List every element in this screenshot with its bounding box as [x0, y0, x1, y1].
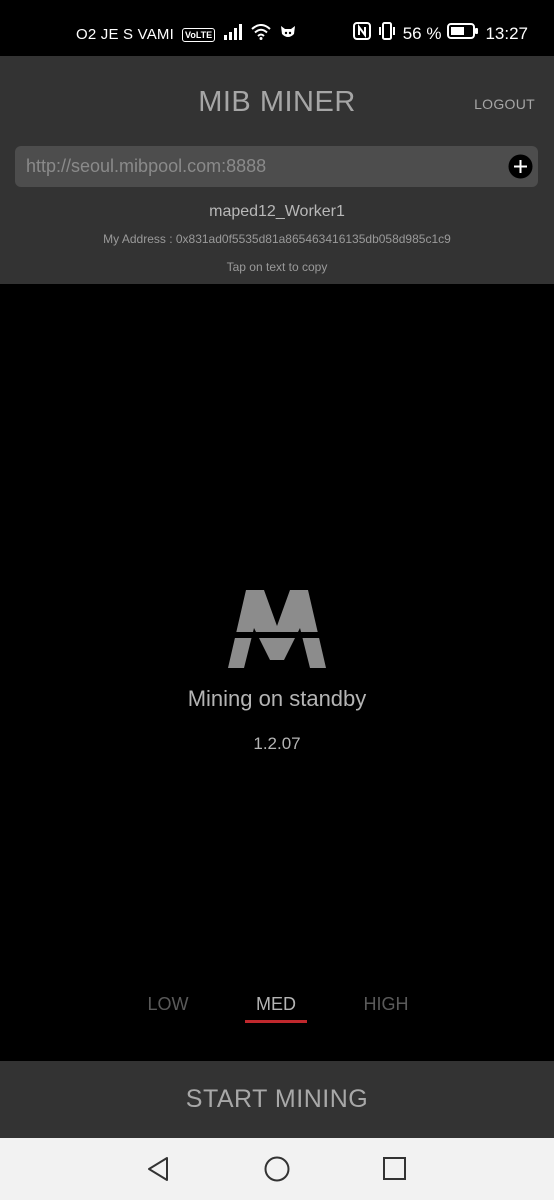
back-icon[interactable] [143, 1154, 173, 1184]
worker-name[interactable]: maped12_Worker1 [0, 203, 554, 221]
signal-icon [223, 24, 243, 45]
intensity-selector: LOW MED HIGH [0, 990, 554, 1030]
mining-status: Mining on standby [187, 686, 367, 711]
status-bar-left: O2 JE S VAMI VoLTE [76, 24, 297, 45]
app-version: 1.2.07 [253, 734, 301, 753]
clock: 13:27 [485, 23, 528, 43]
mib-logo-icon [220, 588, 334, 668]
cat-icon [279, 24, 297, 45]
header-panel: MIB MINER LOGOUT maped12_Worker1 My Addr… [0, 56, 554, 284]
battery-percent: 56 % [402, 23, 442, 43]
intensity-high[interactable]: HIGH [346, 994, 426, 1015]
battery-icon [447, 23, 479, 44]
logout-button[interactable]: LOGOUT [474, 96, 535, 112]
add-icon[interactable] [508, 154, 533, 179]
intensity-med[interactable]: MED [236, 994, 316, 1015]
status-bar-right: 56 % 13:27 [352, 22, 528, 45]
start-mining-button[interactable]: START MINING [0, 1061, 554, 1138]
home-icon[interactable] [262, 1154, 292, 1184]
vibrate-icon [377, 22, 397, 45]
carrier-name: O2 JE S VAMI [76, 26, 174, 43]
status-bar: O2 JE S VAMI VoLTE 56 % 13:27 [0, 0, 554, 56]
pool-url-input[interactable] [26, 146, 496, 187]
selected-indicator [245, 1020, 307, 1023]
wifi-icon [251, 24, 271, 45]
app-title: MIB MINER [198, 86, 356, 118]
nfc-icon [352, 22, 371, 45]
recents-icon[interactable] [380, 1154, 410, 1184]
system-nav-bar [0, 1138, 554, 1200]
pool-url-bar [15, 146, 538, 187]
copy-hint: Tap on text to copy [226, 260, 328, 274]
intensity-low[interactable]: LOW [128, 994, 208, 1015]
volte-badge: VoLTE [181, 27, 216, 42]
wallet-address[interactable]: My Address : 0x831ad0f5535d81a8654634161… [0, 232, 554, 246]
